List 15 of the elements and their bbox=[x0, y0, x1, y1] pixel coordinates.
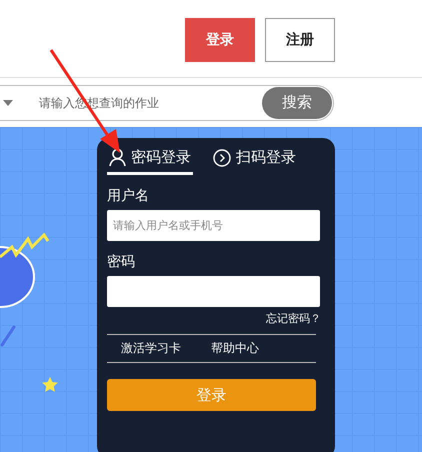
panel-link[interactable]: 帮助中心 bbox=[211, 340, 259, 357]
login-tab[interactable]: 扫码登录 bbox=[211, 146, 298, 175]
password-field[interactable] bbox=[107, 276, 320, 307]
username-field[interactable]: 请输入用户名或手机号 bbox=[107, 210, 320, 241]
panel-link[interactable]: 激活学习卡 bbox=[121, 340, 181, 357]
star-icon bbox=[41, 376, 59, 394]
arrow-circle-icon bbox=[213, 148, 231, 166]
user-icon bbox=[109, 148, 126, 167]
dropdown-icon[interactable] bbox=[3, 100, 13, 106]
forgot-password-link[interactable]: 忘记密码？ bbox=[266, 311, 321, 326]
login-button[interactable]: 登录 bbox=[185, 18, 255, 62]
username-label: 用户名 bbox=[107, 187, 150, 205]
password-label: 密码 bbox=[107, 253, 136, 271]
search-button[interactable]: 搜索 bbox=[262, 86, 332, 118]
register-button[interactable]: 注册 bbox=[265, 18, 335, 62]
